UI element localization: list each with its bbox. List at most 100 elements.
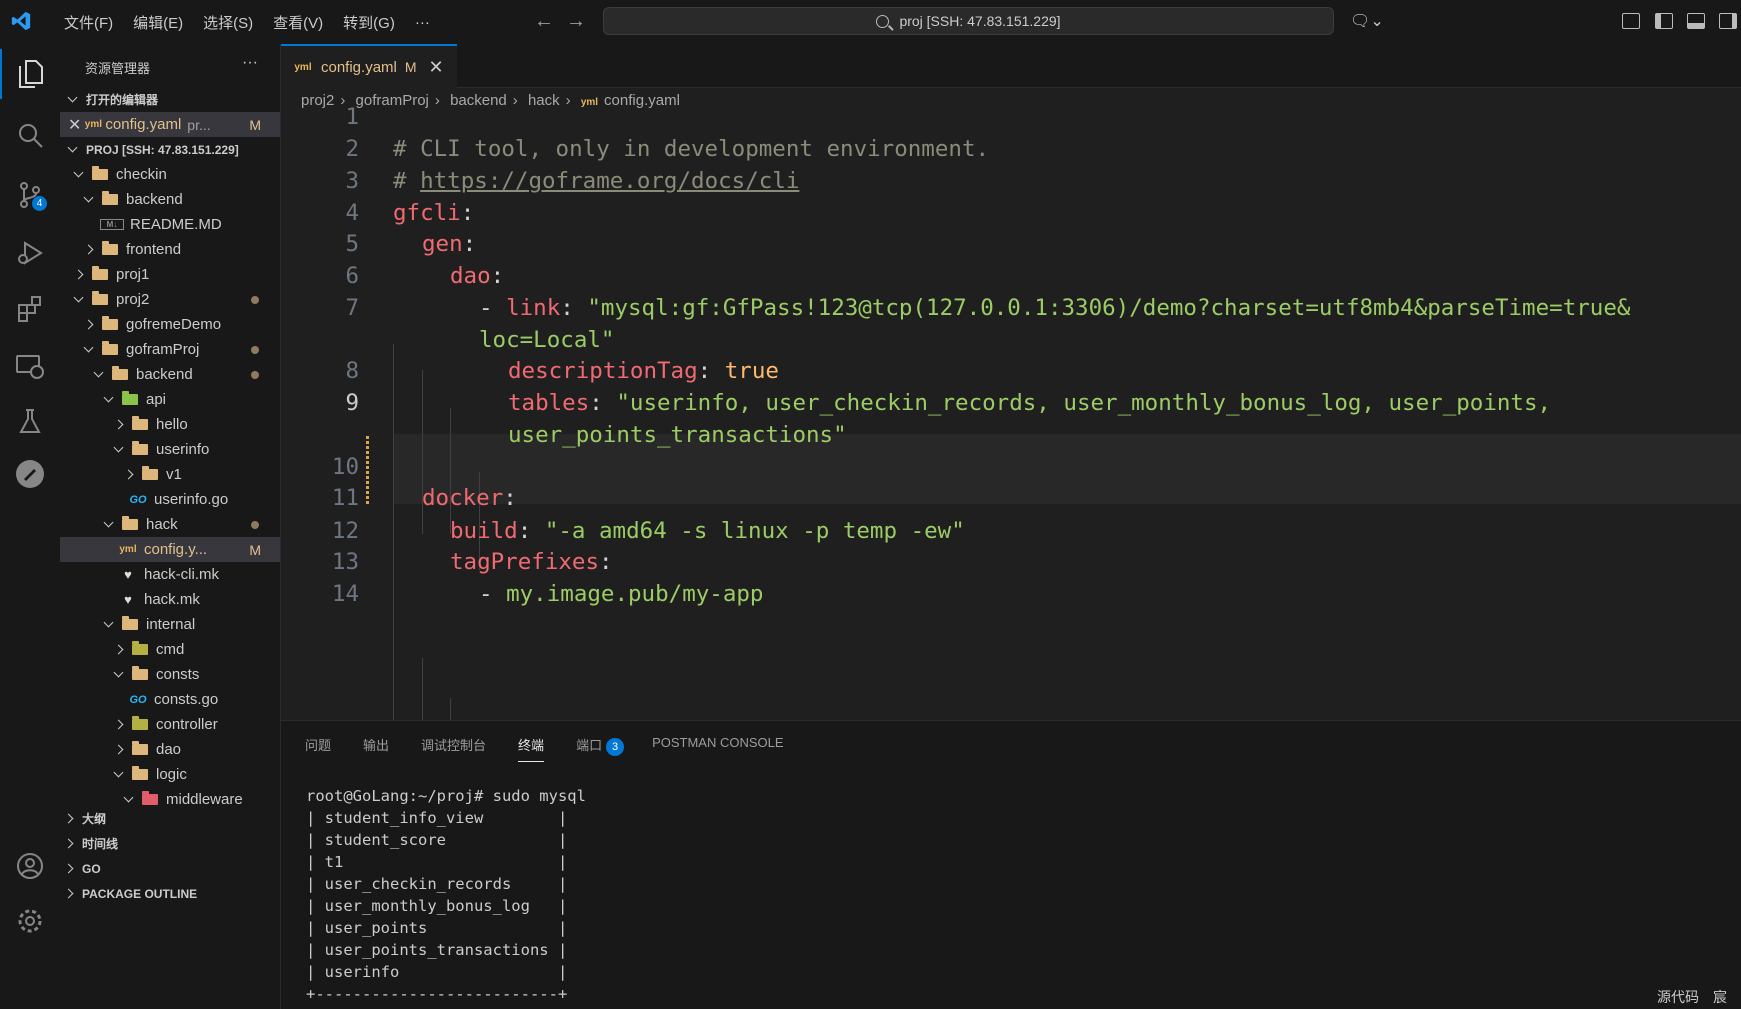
tree-folder[interactable]: proj1 — [60, 262, 280, 287]
tree-label: api — [146, 391, 167, 408]
menu-go[interactable]: 转到(G) — [333, 12, 405, 33]
chevron-right-icon[interactable] — [110, 644, 126, 655]
tree-label: controller — [156, 716, 218, 733]
tree-file[interactable]: GO userinfo.go — [60, 487, 280, 512]
timeline-section[interactable]: 时间线 — [60, 831, 280, 856]
tree-folder[interactable]: userinfo — [60, 437, 280, 462]
tree-folder[interactable]: gofremeDemo — [60, 312, 280, 337]
terminal-output[interactable]: root@GoLang:~/proj# sudo mysql | student_… — [306, 785, 586, 1005]
chevron-right-icon[interactable] — [110, 719, 126, 730]
tree-folder[interactable]: consts — [60, 662, 280, 687]
chevron-right-icon[interactable] — [80, 319, 96, 330]
tab-config-yaml[interactable]: yml config.yaml M ✕ — [281, 44, 457, 88]
tree-file[interactable]: ♥ hack.mk — [60, 587, 280, 612]
bottom-panel: 问题 输出 调试控制台 终端 端口 3 POSTMAN CONSOLE root@… — [281, 720, 1741, 1009]
close-tab-icon[interactable]: ✕ — [429, 57, 444, 78]
tree-folder[interactable]: hello — [60, 412, 280, 437]
postman-icon[interactable] — [0, 449, 60, 499]
chevron-down-icon[interactable] — [110, 667, 126, 678]
tree-folder[interactable]: proj2 — [60, 287, 280, 312]
tree-file[interactable]: GO consts.go — [60, 687, 280, 712]
tab-ports[interactable]: 端口 3 — [576, 735, 625, 762]
tree-folder[interactable]: hack — [60, 512, 280, 537]
search-activity-icon[interactable] — [0, 110, 60, 160]
tree-folder[interactable]: api — [60, 387, 280, 412]
tree-file[interactable]: ♥ hack-cli.mk — [60, 562, 280, 587]
chevron-down-icon[interactable] — [80, 342, 96, 353]
chevron-down-icon[interactable] — [100, 517, 116, 528]
tree-folder[interactable]: logic — [60, 762, 280, 787]
tree-folder[interactable]: goframProj — [60, 337, 280, 362]
tab-debug-console[interactable]: 调试控制台 — [421, 735, 486, 762]
tree-folder[interactable]: controller — [60, 712, 280, 737]
toggle-sidebar-icon[interactable] — [1655, 13, 1673, 29]
tree-file[interactable]: yml config.y... M — [60, 537, 280, 562]
explorer-icon[interactable] — [0, 49, 60, 99]
tree-folder[interactable]: backend — [60, 362, 280, 387]
source-control-icon[interactable]: 4 — [0, 170, 60, 220]
open-editor-item[interactable]: ✕ yml config.yaml pr... M — [60, 112, 280, 137]
tree-folder[interactable]: backend — [60, 187, 280, 212]
folder-icon — [122, 616, 138, 630]
more-actions-icon[interactable]: ··· — [242, 54, 258, 72]
code-editor[interactable]: 1 2 # CLI tool, only in development envir… — [281, 104, 1741, 724]
tree-folder[interactable]: checkin — [60, 162, 280, 187]
chevron-right-icon[interactable] — [110, 419, 126, 430]
tree-folder[interactable]: cmd — [60, 637, 280, 662]
tree-folder[interactable]: v1 — [60, 462, 280, 487]
tree-folder[interactable]: internal — [60, 612, 280, 637]
back-arrow-icon[interactable]: ← — [534, 10, 554, 33]
chevron-right-icon[interactable] — [70, 269, 86, 280]
chevron-down-icon[interactable] — [110, 442, 126, 453]
settings-gear-icon[interactable] — [0, 896, 60, 946]
chevron-right-icon[interactable] — [110, 744, 126, 755]
tree-label: logic — [156, 766, 187, 783]
folder-icon — [92, 266, 108, 280]
close-icon[interactable]: ✕ — [68, 115, 81, 135]
menu-more[interactable]: ··· — [405, 14, 440, 31]
tab-terminal[interactable]: 终端 — [518, 735, 545, 762]
open-editors-section[interactable]: 打开的编辑器 — [60, 87, 280, 112]
account-icon[interactable] — [0, 841, 60, 891]
copilot-chat-icon[interactable]: 🗨⌄ — [1350, 11, 1390, 33]
chevron-down-icon[interactable] — [100, 392, 116, 403]
chevron-down-icon[interactable] — [80, 192, 96, 203]
chevron-down-icon[interactable] — [70, 167, 86, 178]
tree-file[interactable]: M↓ README.MD — [60, 212, 280, 237]
tab-output[interactable]: 输出 — [363, 735, 389, 762]
chevron-down-icon[interactable] — [70, 292, 86, 303]
code-line: 4 gfcli: — [345, 200, 475, 226]
forward-arrow-icon[interactable]: → — [566, 10, 586, 33]
chevron-right-icon[interactable] — [80, 244, 96, 255]
remote-explorer-icon[interactable] — [0, 341, 60, 391]
customize-layout-icon[interactable] — [1622, 13, 1640, 29]
command-center[interactable]: proj [SSH: 47.83.151.229] — [603, 7, 1334, 35]
chevron-down-icon[interactable] — [120, 792, 136, 803]
chevron-right-icon[interactable] — [120, 469, 136, 480]
outline-section[interactable]: 大纲 — [60, 806, 280, 831]
command-center-label: proj [SSH: 47.83.151.229] — [899, 13, 1061, 29]
menu-file[interactable]: 文件(F) — [54, 12, 123, 33]
tree-label: frontend — [126, 241, 182, 258]
tree-folder[interactable]: frontend — [60, 237, 280, 262]
toggle-panel-icon[interactable] — [1687, 13, 1705, 29]
extensions-icon[interactable] — [0, 284, 60, 334]
menu-view[interactable]: 查看(V) — [263, 12, 333, 33]
testing-icon[interactable] — [0, 396, 60, 446]
chevron-down-icon[interactable] — [90, 367, 106, 378]
toggle-secondary-sidebar-icon[interactable] — [1719, 13, 1737, 29]
menu-edit[interactable]: 编辑(E) — [123, 12, 193, 33]
tab-postman-console[interactable]: POSTMAN CONSOLE — [652, 735, 783, 762]
tab-problems[interactable]: 问题 — [305, 735, 331, 762]
run-debug-icon[interactable] — [0, 228, 60, 278]
package-outline-section[interactable]: PACKAGE OUTLINE — [60, 881, 280, 906]
chevron-down-icon[interactable] — [100, 617, 116, 628]
tree-folder[interactable]: dao — [60, 737, 280, 762]
menu-selection[interactable]: 选择(S) — [193, 12, 263, 33]
chevron-down-icon[interactable] — [110, 767, 126, 778]
docs-link[interactable]: https://goframe.org/docs/cli — [420, 168, 799, 194]
code-line: 8 descriptionTag: true — [345, 358, 779, 384]
go-section[interactable]: GO — [60, 856, 280, 881]
folder-icon — [132, 416, 148, 430]
workspace-section[interactable]: PROJ [SSH: 47.83.151.229] — [60, 137, 280, 162]
